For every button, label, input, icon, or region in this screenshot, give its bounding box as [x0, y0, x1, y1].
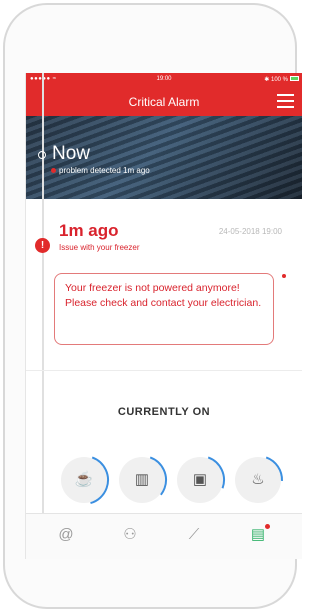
hero-banner: Now problem detected 1m ago — [26, 116, 302, 199]
tab-clipboard[interactable]: ▤ — [243, 522, 273, 548]
event-date: 24-05-2018 19:00 — [218, 227, 282, 236]
page-title: Critical Alarm — [128, 95, 200, 109]
tab-at[interactable]: @ — [51, 522, 81, 548]
phone-frame: ●●●●● ≈ 19:00 ✱ 100 % Critical Alarm Now… — [3, 3, 302, 609]
device-iron[interactable]: ♨ — [233, 455, 283, 505]
section-divider — [26, 370, 302, 371]
status-bar: ●●●●● ≈ 19:00 ✱ 100 % — [26, 73, 302, 86]
nodes-icon: ⚇ — [123, 526, 137, 543]
alert-icon: ! — [35, 238, 50, 253]
event-time-ago: 1m ago — [59, 221, 119, 240]
at-icon: @ — [58, 526, 74, 543]
alert-message[interactable]: Your freezer is not powered anymore! Ple… — [54, 273, 274, 345]
tab-bar: @ ⚇ ⟋ ▤ — [26, 513, 302, 559]
hero-title: Now — [52, 143, 91, 164]
device-washer[interactable]: ▣ — [175, 455, 225, 505]
washer-icon: ▣ — [192, 471, 208, 488]
nav-bar: Critical Alarm — [26, 86, 302, 116]
unread-dot — [282, 274, 286, 278]
event-issue: Issue with your freezer — [59, 243, 140, 252]
device-radiator[interactable]: ▥ — [117, 455, 167, 505]
hamburger-menu-icon[interactable] — [277, 94, 294, 108]
tab-nodes[interactable]: ⚇ — [115, 522, 145, 548]
timeline-node — [38, 151, 46, 159]
notification-badge — [265, 524, 270, 529]
hero-status-dot — [51, 168, 56, 173]
battery-icon — [290, 76, 299, 81]
hero-subtitle: problem detected 1m ago — [59, 166, 150, 175]
iron-icon: ♨ — [251, 471, 265, 488]
section-heading: CURRENTLY ON — [117, 406, 211, 418]
chart-line-icon: ⟋ — [188, 526, 200, 543]
radiator-icon: ▥ — [134, 471, 150, 488]
status-time: 19:00 — [156, 76, 172, 82]
timeline-line — [42, 73, 44, 559]
clipboard-icon: ▤ — [250, 526, 266, 543]
app-screen: ●●●●● ≈ 19:00 ✱ 100 % Critical Alarm Now… — [25, 73, 302, 559]
battery-label: ✱ 100 % — [264, 77, 288, 83]
kettle-icon: ☕ — [74, 471, 94, 488]
device-kettle[interactable]: ☕ — [59, 455, 109, 505]
tab-chart-line[interactable]: ⟋ — [179, 522, 209, 548]
